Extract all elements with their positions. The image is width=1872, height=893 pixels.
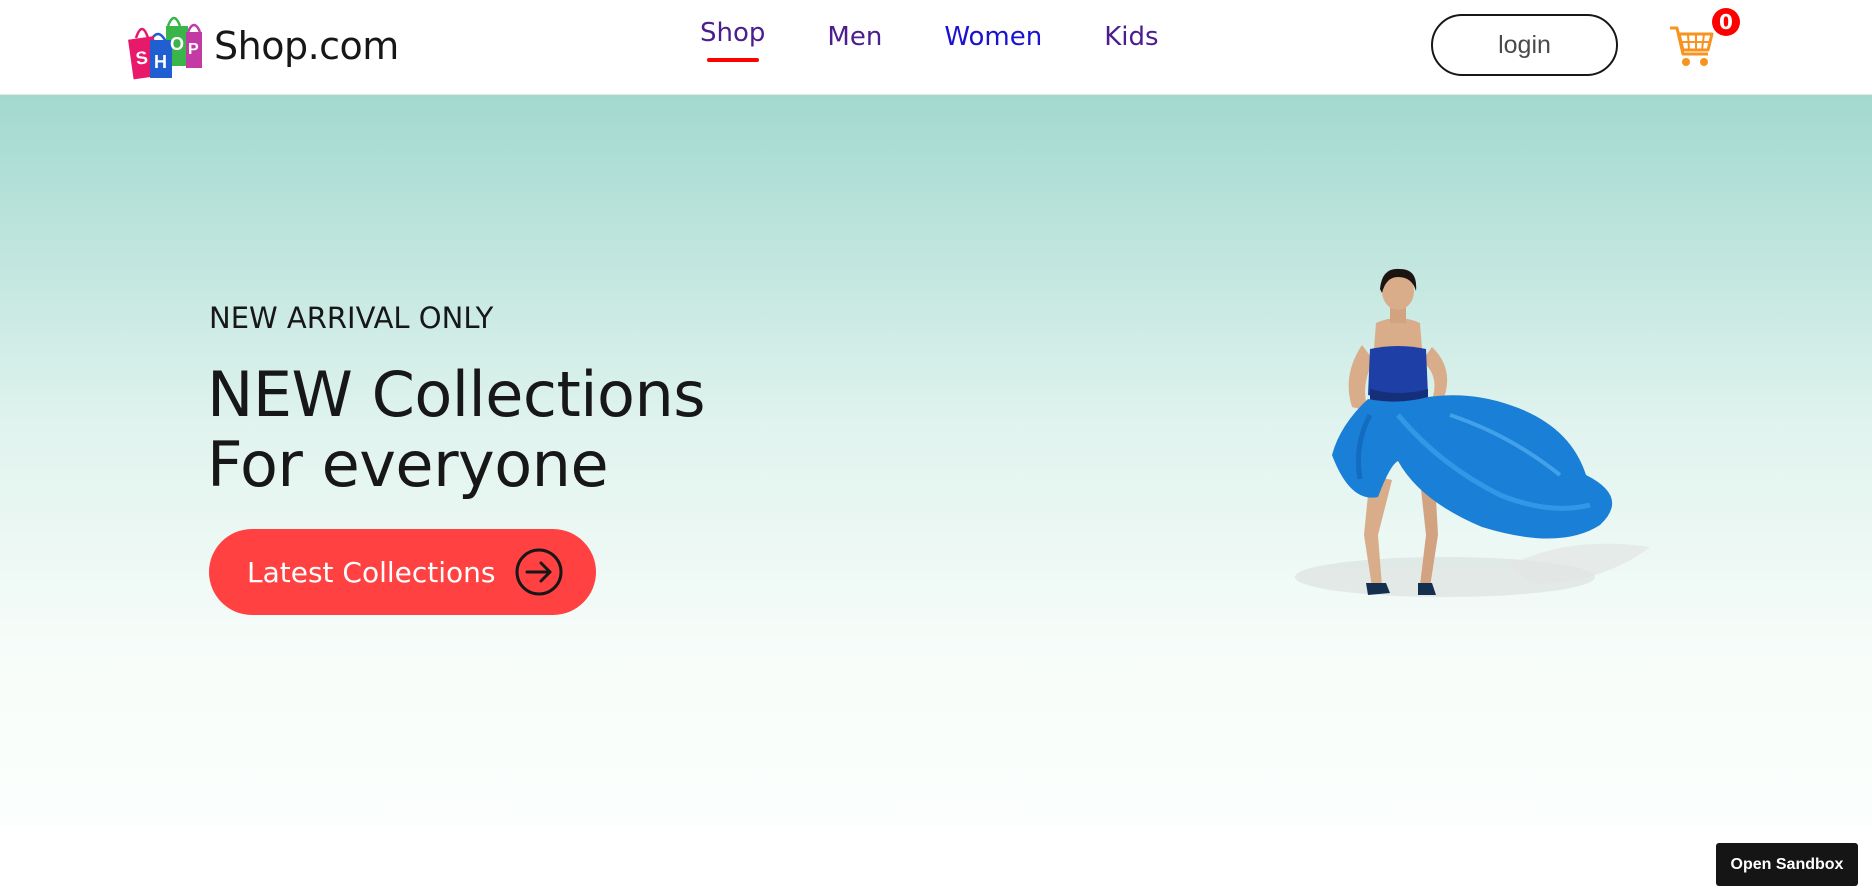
- cart-count-badge: 0: [1712, 8, 1740, 36]
- navbar: S H O P Shop.com Shop Men Women Kids log…: [0, 0, 1872, 95]
- hero-title: NEW Collections For everyone: [207, 358, 706, 501]
- open-sandbox-button[interactable]: Open Sandbox: [1716, 843, 1858, 886]
- nav-item-label: Men: [827, 22, 883, 52]
- hero-title-line1: NEW Collections: [207, 358, 706, 431]
- svg-text:O: O: [170, 34, 184, 54]
- hero-title-line2: For everyone: [207, 428, 609, 501]
- nav-item-label: Shop: [700, 18, 766, 48]
- latest-collections-button[interactable]: Latest Collections: [209, 529, 596, 615]
- content-fragment: [779, 887, 791, 893]
- nav-item-shop[interactable]: Shop: [700, 18, 766, 62]
- svg-text:P: P: [188, 41, 199, 58]
- brand[interactable]: S H O P Shop.com: [128, 10, 399, 82]
- nav-item-women[interactable]: Women: [944, 22, 1042, 52]
- shop-bags-logo-icon: S H O P: [128, 10, 204, 82]
- cta-label: Latest Collections: [247, 555, 496, 589]
- svg-text:H: H: [154, 52, 167, 72]
- hero-model-image: [1270, 265, 1660, 665]
- hero-section: NEW ARRIVAL ONLY NEW Collections For eve…: [0, 95, 1872, 826]
- hero-eyebrow: NEW ARRIVAL ONLY: [209, 301, 494, 335]
- shopping-cart-icon[interactable]: [1668, 22, 1716, 70]
- nav-item-label: Kids: [1104, 22, 1159, 52]
- brand-name: Shop.com: [214, 24, 399, 68]
- arrow-right-circle-icon: [515, 548, 563, 596]
- nav-item-men[interactable]: Men: [827, 22, 882, 52]
- active-nav-indicator: [706, 58, 759, 62]
- nav-item-label: Women: [944, 22, 1043, 52]
- login-button[interactable]: login: [1431, 14, 1618, 76]
- nav-item-kids[interactable]: Kids: [1104, 22, 1158, 52]
- main-nav: Shop Men Women Kids: [700, 18, 1159, 62]
